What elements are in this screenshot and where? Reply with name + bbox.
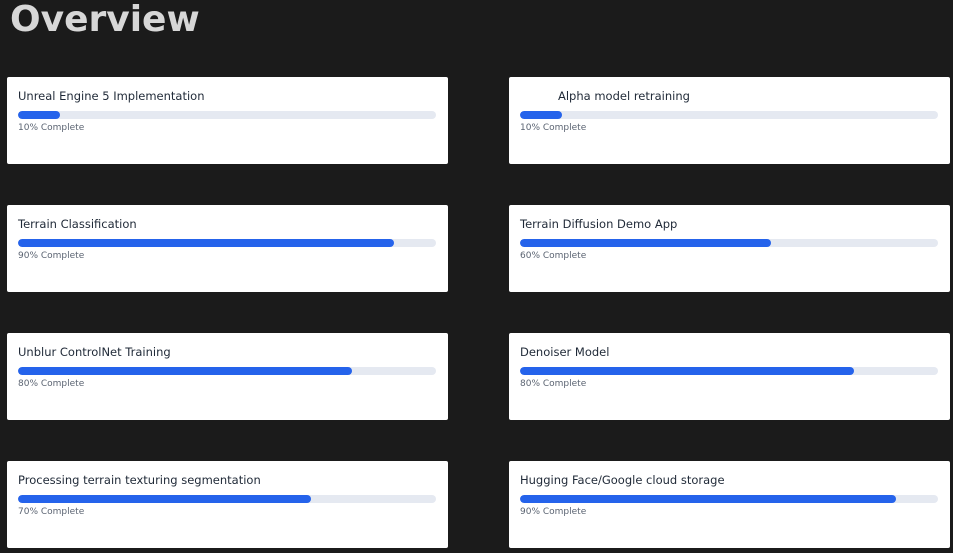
progress-track (520, 239, 938, 247)
project-title: Alpha model retraining (558, 89, 690, 103)
project-title: Unblur ControlNet Training (18, 345, 171, 359)
progress-fill (520, 495, 897, 503)
project-card[interactable]: Denoiser Model 80% Complete (509, 333, 950, 420)
progress-fill (520, 111, 562, 119)
progress-fill (18, 111, 60, 119)
project-card[interactable]: Unreal Engine 5 Implementation 10% Compl… (7, 77, 448, 164)
project-title: Denoiser Model (520, 345, 610, 359)
progress-fill (18, 495, 311, 503)
progress-fill (520, 367, 855, 375)
progress-track (520, 111, 938, 119)
project-card[interactable]: Terrain Classification 90% Complete (7, 205, 448, 292)
project-title: Unreal Engine 5 Implementation (18, 89, 205, 103)
progress-status: 70% Complete (18, 507, 85, 517)
progress-track (18, 495, 436, 503)
progress-track (18, 111, 436, 119)
project-card[interactable]: Alpha model retraining 10% Complete (509, 77, 950, 164)
project-card[interactable]: Terrain Diffusion Demo App 60% Complete (509, 205, 950, 292)
progress-fill (18, 367, 353, 375)
progress-status: 80% Complete (18, 379, 85, 389)
project-title: Terrain Diffusion Demo App (520, 217, 678, 231)
progress-fill (18, 239, 395, 247)
progress-status: 10% Complete (18, 123, 85, 133)
progress-status: 60% Complete (520, 251, 587, 261)
progress-track (520, 495, 938, 503)
page-title: Overview (10, 0, 200, 40)
progress-status: 10% Complete (520, 123, 587, 133)
progress-status: 90% Complete (520, 507, 587, 517)
project-grid: Unreal Engine 5 Implementation 10% Compl… (7, 77, 950, 548)
progress-status: 90% Complete (18, 251, 85, 261)
progress-fill (520, 239, 771, 247)
progress-track (18, 367, 436, 375)
project-title: Hugging Face/Google cloud storage (520, 473, 725, 487)
project-card[interactable]: Unblur ControlNet Training 80% Complete (7, 333, 448, 420)
project-title: Processing terrain texturing segmentatio… (18, 473, 261, 487)
project-card[interactable]: Hugging Face/Google cloud storage 90% Co… (509, 461, 950, 548)
progress-status: 80% Complete (520, 379, 587, 389)
project-title: Terrain Classification (18, 217, 137, 231)
progress-track (18, 239, 436, 247)
project-card[interactable]: Processing terrain texturing segmentatio… (7, 461, 448, 548)
progress-track (520, 367, 938, 375)
